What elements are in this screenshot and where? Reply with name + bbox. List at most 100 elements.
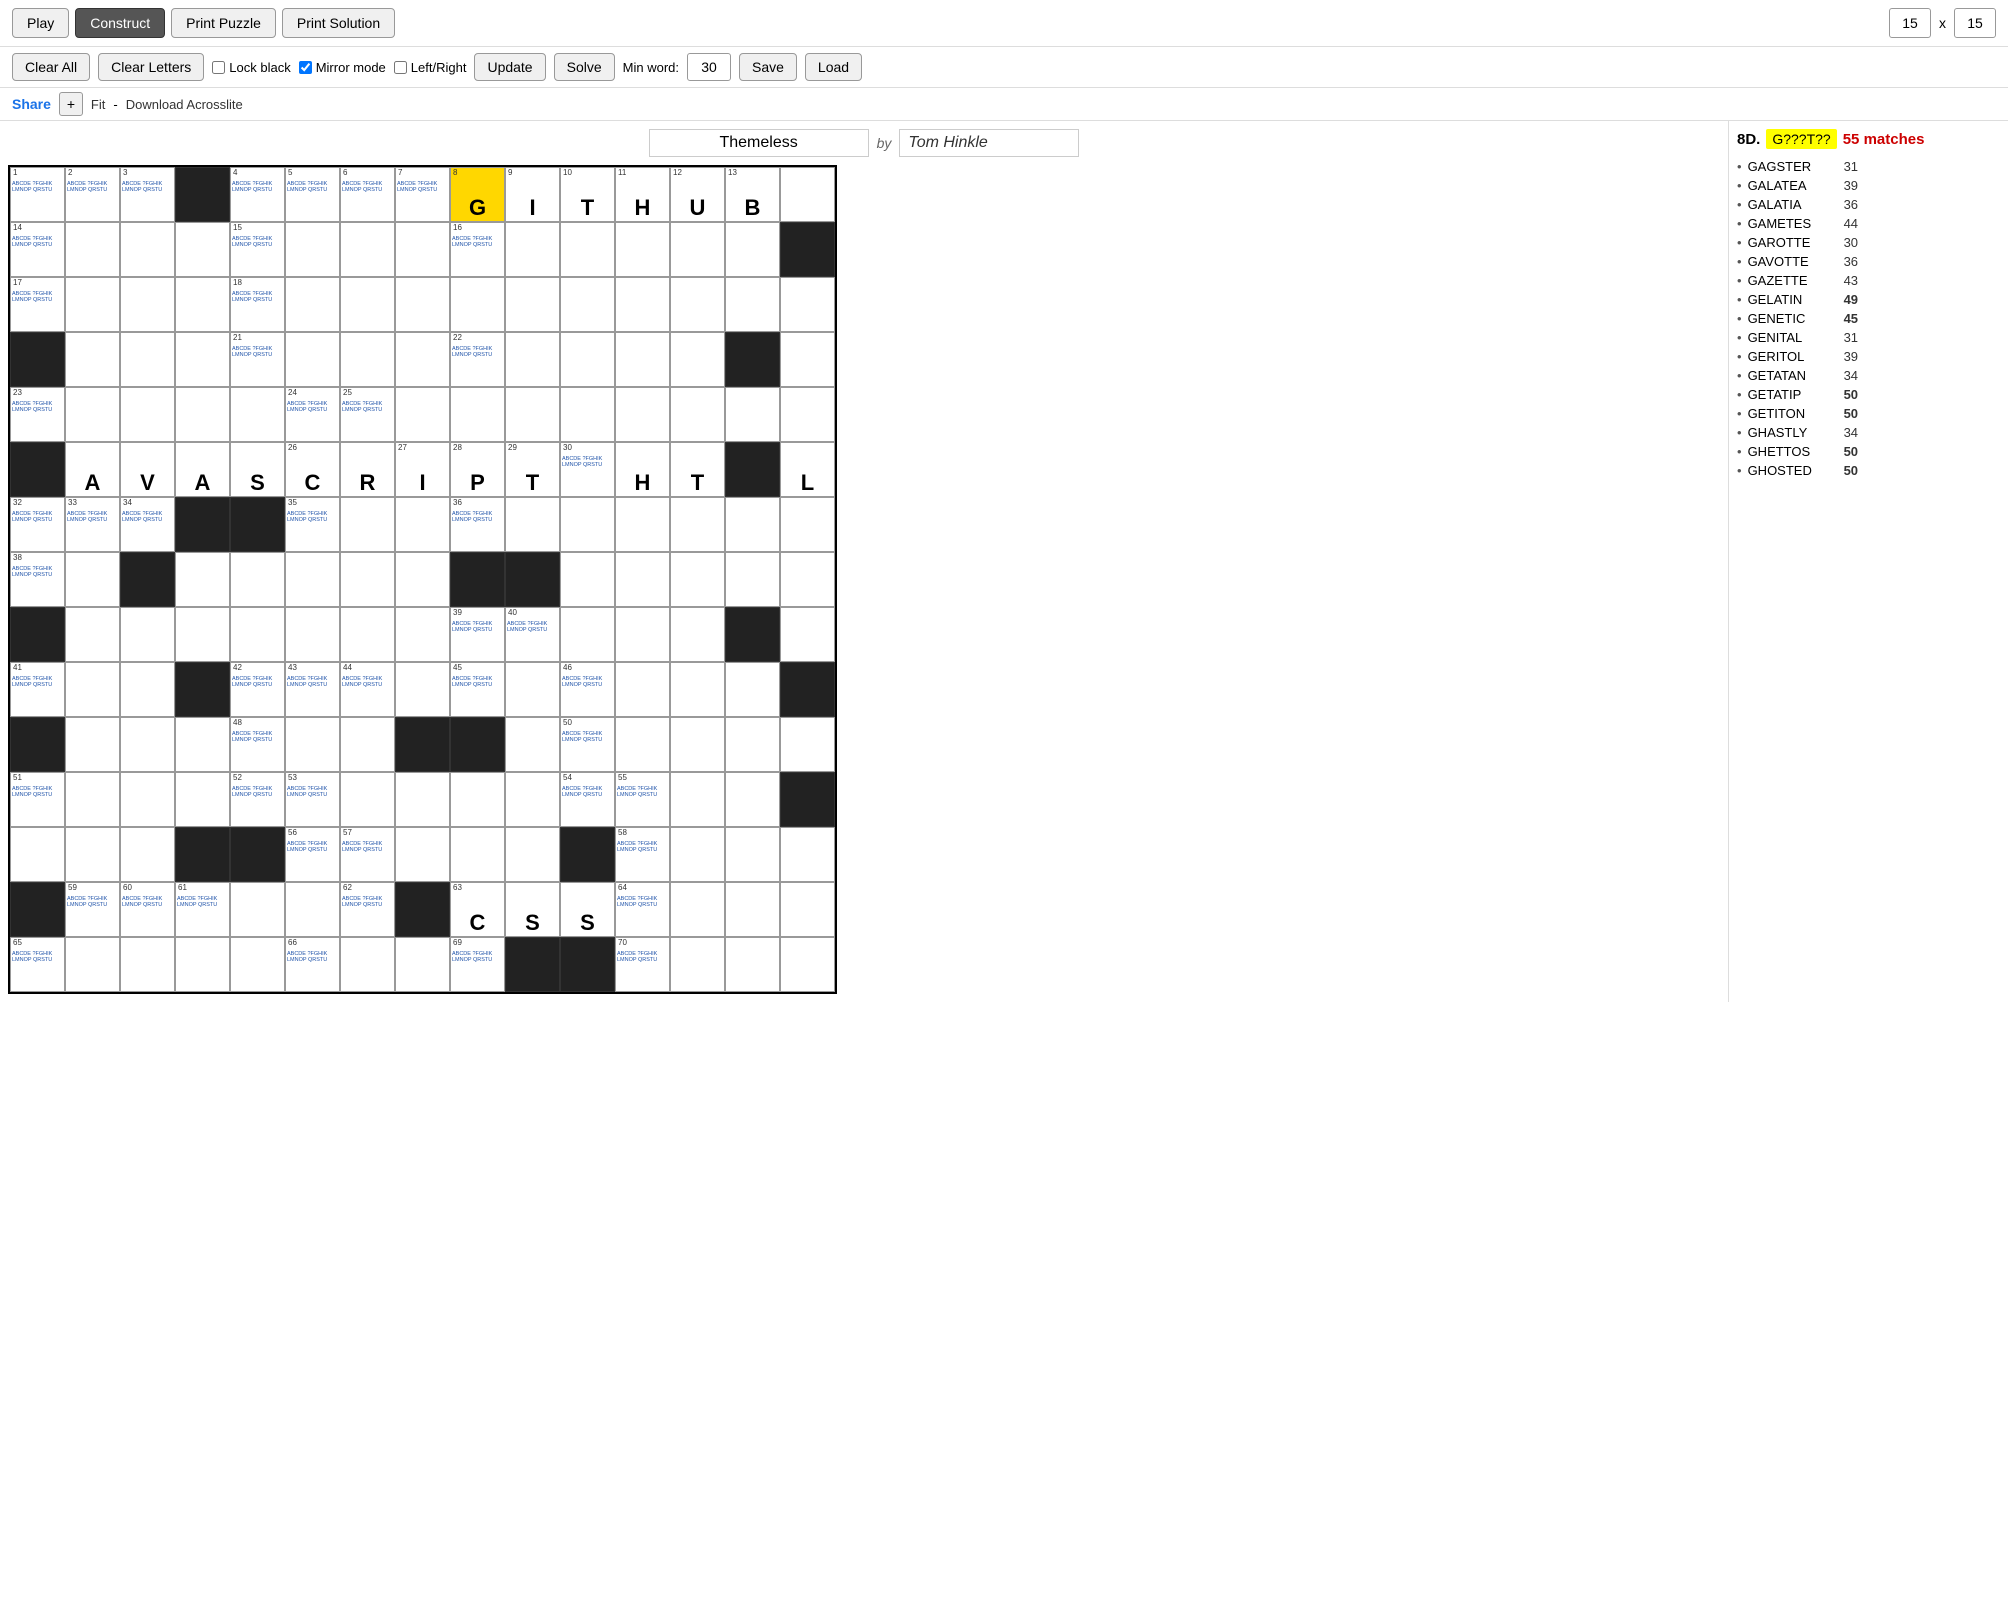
grid-cell[interactable]: [340, 222, 395, 277]
grid-cell[interactable]: [560, 387, 615, 442]
grid-cell[interactable]: 28P: [450, 442, 505, 497]
grid-cell[interactable]: [670, 552, 725, 607]
grid-cell[interactable]: [120, 772, 175, 827]
fit-button[interactable]: Fit: [91, 97, 105, 112]
grid-cell[interactable]: [670, 332, 725, 387]
grid-cell[interactable]: [285, 552, 340, 607]
grid-cell[interactable]: [670, 717, 725, 772]
grid-cell[interactable]: 42ABCDE ?FGHIK LMNOP QRSTU: [230, 662, 285, 717]
grid-cell[interactable]: [175, 332, 230, 387]
grid-cell[interactable]: [670, 277, 725, 332]
grid-cell[interactable]: 11H: [615, 167, 670, 222]
grid-cell[interactable]: [505, 222, 560, 277]
lock-black-label[interactable]: Lock black: [212, 60, 290, 75]
grid-cell[interactable]: [450, 772, 505, 827]
grid-cell[interactable]: [395, 497, 450, 552]
grid-cell[interactable]: [560, 937, 615, 992]
grid-cell[interactable]: 46ABCDE ?FGHIK LMNOP QRSTU: [560, 662, 615, 717]
lock-black-checkbox[interactable]: [212, 61, 225, 74]
list-item[interactable]: • GALATEA 39: [1737, 176, 2000, 195]
grid-cell[interactable]: [725, 497, 780, 552]
grid-cell[interactable]: A: [65, 442, 120, 497]
grid-cell[interactable]: [230, 497, 285, 552]
list-item[interactable]: • GETATAN 34: [1737, 366, 2000, 385]
grid-cell[interactable]: [450, 827, 505, 882]
list-item[interactable]: • GAZETTE 43: [1737, 271, 2000, 290]
puzzle-title-input[interactable]: [649, 129, 869, 157]
grid-cell[interactable]: [450, 717, 505, 772]
grid-cell[interactable]: [505, 277, 560, 332]
grid-cell[interactable]: [505, 717, 560, 772]
grid-cell[interactable]: [780, 662, 835, 717]
list-item[interactable]: • GALATIA 36: [1737, 195, 2000, 214]
grid-cell[interactable]: 29T: [505, 442, 560, 497]
grid-cell[interactable]: 15ABCDE ?FGHIK LMNOP QRSTU: [230, 222, 285, 277]
grid-cell[interactable]: 38ABCDE ?FGHIK LMNOP QRSTU: [10, 552, 65, 607]
grid-cell[interactable]: [10, 882, 65, 937]
grid-cell[interactable]: [10, 827, 65, 882]
grid-cell[interactable]: [230, 607, 285, 662]
grid-cell[interactable]: [65, 277, 120, 332]
grid-cell[interactable]: 10T: [560, 167, 615, 222]
grid-cell[interactable]: [505, 552, 560, 607]
grid-cell[interactable]: [230, 387, 285, 442]
grid-cell[interactable]: [395, 552, 450, 607]
mirror-mode-label[interactable]: Mirror mode: [299, 60, 386, 75]
grid-cell[interactable]: S: [505, 882, 560, 937]
grid-cell[interactable]: [615, 277, 670, 332]
grid-cell[interactable]: [450, 387, 505, 442]
list-item[interactable]: • GENETIC 45: [1737, 309, 2000, 328]
grid-cell[interactable]: [725, 442, 780, 497]
grid-cell[interactable]: 41ABCDE ?FGHIK LMNOP QRSTU: [10, 662, 65, 717]
grid-cell[interactable]: [340, 937, 395, 992]
grid-cell[interactable]: 25ABCDE ?FGHIK LMNOP QRSTU: [340, 387, 395, 442]
grid-cell[interactable]: [505, 387, 560, 442]
grid-cell[interactable]: [10, 607, 65, 662]
grid-cell[interactable]: [175, 222, 230, 277]
grid-cell[interactable]: 14ABCDE ?FGHIK LMNOP QRSTU: [10, 222, 65, 277]
grid-cell[interactable]: 33ABCDE ?FGHIK LMNOP QRSTU: [65, 497, 120, 552]
grid-cell[interactable]: [725, 882, 780, 937]
grid-cell[interactable]: [725, 937, 780, 992]
grid-cell[interactable]: 9I: [505, 167, 560, 222]
grid-cell[interactable]: 61ABCDE ?FGHIK LMNOP QRSTU: [175, 882, 230, 937]
grid-cell[interactable]: 22ABCDE ?FGHIK LMNOP QRSTU: [450, 332, 505, 387]
grid-cell[interactable]: [780, 882, 835, 937]
list-item[interactable]: • GHETTOS 50: [1737, 442, 2000, 461]
grid-cell[interactable]: 59ABCDE ?FGHIK LMNOP QRSTU: [65, 882, 120, 937]
grid-cell[interactable]: 21ABCDE ?FGHIK LMNOP QRSTU: [230, 332, 285, 387]
grid-cell[interactable]: 50ABCDE ?FGHIK LMNOP QRSTU: [560, 717, 615, 772]
grid-cell[interactable]: [780, 717, 835, 772]
grid-cell[interactable]: [395, 607, 450, 662]
grid-cell[interactable]: 58ABCDE ?FGHIK LMNOP QRSTU: [615, 827, 670, 882]
grid-cell[interactable]: [175, 167, 230, 222]
grid-cell[interactable]: 60ABCDE ?FGHIK LMNOP QRSTU: [120, 882, 175, 937]
clear-letters-button[interactable]: Clear Letters: [98, 53, 204, 81]
grid-cell[interactable]: [725, 332, 780, 387]
grid-cell[interactable]: [230, 552, 285, 607]
grid-cell[interactable]: [65, 937, 120, 992]
grid-cell[interactable]: [175, 497, 230, 552]
grid-cell[interactable]: [560, 552, 615, 607]
grid-cell[interactable]: 63C: [450, 882, 505, 937]
grid-cell[interactable]: 40ABCDE ?FGHIK LMNOP QRSTU: [505, 607, 560, 662]
grid-cell[interactable]: [120, 387, 175, 442]
grid-cell[interactable]: 1ABCDE ?FGHIK LMNOP QRSTU: [10, 167, 65, 222]
left-right-label[interactable]: Left/Right: [394, 60, 467, 75]
grid-cell[interactable]: 8G: [450, 167, 505, 222]
min-word-input[interactable]: [687, 53, 731, 81]
grid-cell[interactable]: [175, 552, 230, 607]
left-right-checkbox[interactable]: [394, 61, 407, 74]
grid-cell[interactable]: [670, 607, 725, 662]
grid-cell[interactable]: 52ABCDE ?FGHIK LMNOP QRSTU: [230, 772, 285, 827]
grid-cell[interactable]: 24ABCDE ?FGHIK LMNOP QRSTU: [285, 387, 340, 442]
grid-cell[interactable]: [285, 277, 340, 332]
grid-cell[interactable]: 13B: [725, 167, 780, 222]
play-button[interactable]: Play: [12, 8, 69, 38]
grid-cell[interactable]: [505, 497, 560, 552]
grid-cell[interactable]: [780, 772, 835, 827]
clear-all-button[interactable]: Clear All: [12, 53, 90, 81]
grid-cell[interactable]: [780, 332, 835, 387]
grid-cell[interactable]: [175, 827, 230, 882]
grid-cell[interactable]: [175, 277, 230, 332]
